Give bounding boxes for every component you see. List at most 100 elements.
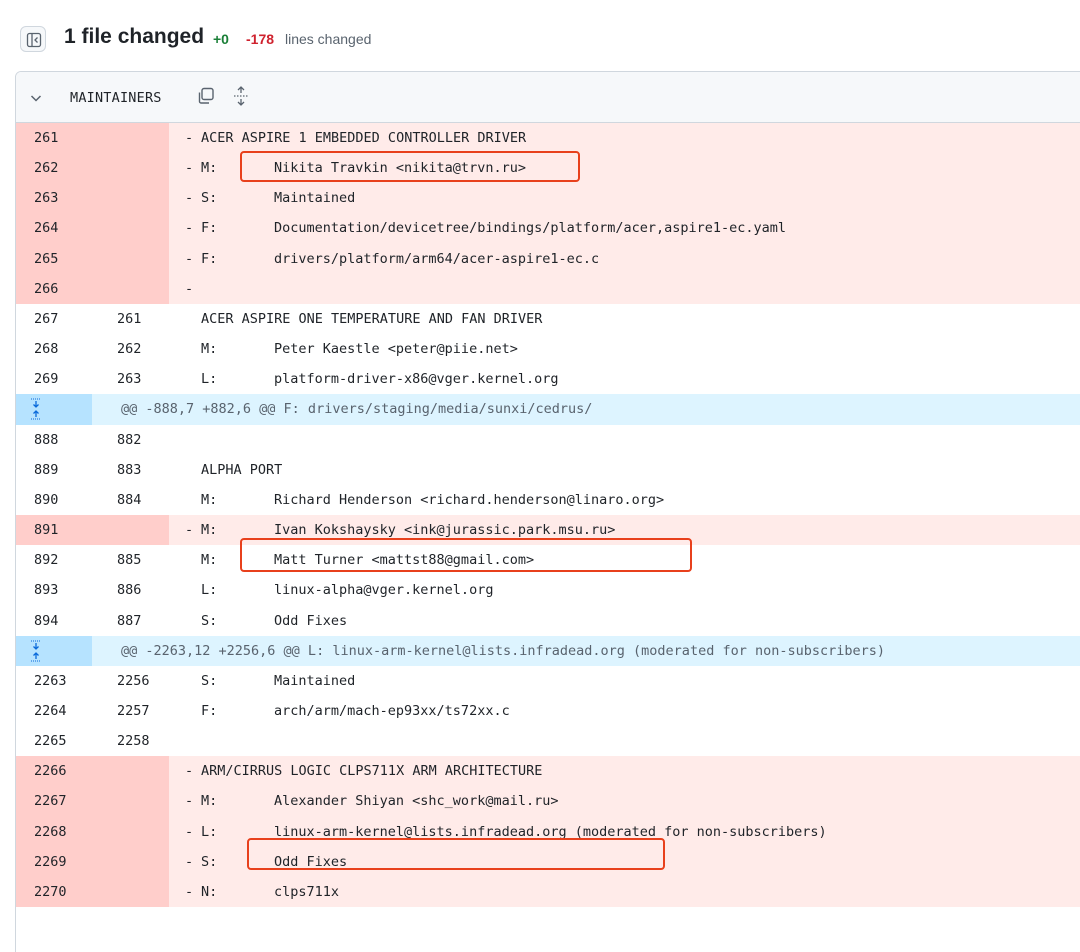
new-line-number[interactable]: 887 bbox=[92, 606, 169, 636]
old-line-number[interactable]: 265 bbox=[16, 243, 92, 274]
old-line-number[interactable]: 894 bbox=[16, 606, 92, 636]
old-line-number[interactable]: 893 bbox=[16, 575, 92, 605]
new-line-number[interactable] bbox=[92, 515, 169, 546]
new-line-number[interactable] bbox=[92, 756, 169, 787]
expand-hunk-button[interactable] bbox=[16, 394, 92, 425]
field-value: Nikita Travkin <nikita@trvn.ru> bbox=[274, 160, 526, 177]
field-value: drivers/platform/arm64/acer-aspire1-ec.c bbox=[274, 250, 600, 267]
new-line-number[interactable] bbox=[92, 816, 169, 847]
old-line-number[interactable]: 2268 bbox=[16, 816, 92, 847]
diff-sign: - bbox=[185, 883, 194, 900]
copy-icon[interactable] bbox=[196, 86, 216, 111]
new-line-number[interactable]: 885 bbox=[92, 545, 169, 575]
new-line-number[interactable] bbox=[92, 183, 169, 214]
old-line-number[interactable]: 2263 bbox=[16, 666, 92, 696]
chevron-down-icon[interactable] bbox=[28, 90, 44, 111]
old-line-number[interactable]: 268 bbox=[16, 334, 92, 364]
new-line-number[interactable] bbox=[92, 876, 169, 908]
field-value: Odd Fixes bbox=[274, 853, 348, 870]
new-line-number[interactable]: 263 bbox=[92, 364, 169, 394]
new-line-number[interactable] bbox=[92, 153, 169, 184]
new-line-number[interactable] bbox=[92, 846, 169, 877]
old-line-number[interactable]: 267 bbox=[16, 304, 92, 334]
new-line-number[interactable]: 261 bbox=[92, 304, 169, 334]
line-code: - L: linux-arm-kernel@lists.infradead.org … bbox=[169, 816, 1080, 847]
context-line-row: 268 262 M: Peter Kaestle <peter@piie.net> bbox=[16, 334, 1080, 365]
field-key: S: bbox=[201, 612, 218, 629]
line-code: S: Odd Fixes bbox=[169, 606, 1080, 636]
new-line-number[interactable] bbox=[92, 243, 169, 274]
diff-summary-header: 1 file changed +0 -178 lines changed bbox=[0, 0, 1080, 74]
unfold-icon bbox=[31, 398, 41, 420]
old-line-number[interactable]: 261 bbox=[16, 123, 92, 154]
field-value: Documentation/devicetree/bindings/platfo… bbox=[274, 220, 787, 237]
new-line-number[interactable]: 2257 bbox=[92, 696, 169, 726]
line-code: - ACER ASPIRE 1 EMBEDDED CONTROLLER DRIVE… bbox=[169, 123, 1080, 154]
old-line-number[interactable]: 889 bbox=[16, 455, 92, 485]
field-value: Maintained bbox=[274, 190, 356, 207]
deleted-line-row: 261 - ACER ASPIRE 1 EMBEDDED CONTROLLER DR… bbox=[16, 123, 1080, 154]
new-line-number[interactable] bbox=[92, 273, 169, 304]
expand-all-icon[interactable] bbox=[231, 85, 251, 112]
old-line-number[interactable]: 262 bbox=[16, 153, 92, 184]
old-line-number[interactable]: 890 bbox=[16, 485, 92, 515]
old-line-number[interactable]: 2269 bbox=[16, 846, 92, 877]
new-line-number[interactable]: 262 bbox=[92, 334, 169, 364]
file-tree-toggle-button[interactable] bbox=[20, 26, 46, 52]
old-line-number[interactable]: 892 bbox=[16, 545, 92, 575]
line-code: - M: Ivan Kokshaysky <ink@jurassic.park.ms… bbox=[169, 515, 1080, 546]
diff-sign: - bbox=[185, 220, 194, 237]
field-key: L: bbox=[201, 823, 218, 840]
expand-hunk-button[interactable] bbox=[16, 635, 92, 666]
field-key: F: bbox=[201, 220, 218, 237]
new-line-number[interactable]: 886 bbox=[92, 575, 169, 605]
old-line-number[interactable]: 2264 bbox=[16, 696, 92, 726]
file-diff-container: MAINTAINERS 261 - ACER ASPIRE 1 EMBEDDED C… bbox=[15, 71, 1080, 952]
field-value: platform-driver-x86@vger.kernel.org bbox=[274, 371, 559, 388]
old-line-number[interactable]: 2267 bbox=[16, 786, 92, 817]
files-changed-count: 1 file changed bbox=[64, 25, 205, 48]
lines-changed-label: lines changed bbox=[285, 31, 372, 47]
old-line-number[interactable]: 2266 bbox=[16, 756, 92, 787]
old-line-number[interactable]: 2265 bbox=[16, 726, 92, 756]
new-line-number[interactable]: 883 bbox=[92, 455, 169, 485]
hunk-header-text: @@ -2263,12 +2256,6 @@ L: linux-arm-kern… bbox=[121, 642, 886, 659]
line-code: - ARM/CIRRUS LOGIC CLPS711X ARM ARCHITECT… bbox=[169, 756, 1080, 787]
new-line-number[interactable] bbox=[92, 213, 169, 244]
line-code: - N: clps711x bbox=[169, 876, 1080, 908]
new-line-number[interactable] bbox=[92, 786, 169, 817]
old-line-number[interactable]: 266 bbox=[16, 273, 92, 304]
old-line-number[interactable]: 888 bbox=[16, 425, 92, 455]
deleted-line-row: 2267 - M: Alexander Shiyan <shc_work@mail.r… bbox=[16, 786, 1080, 817]
diff-table: 261 - ACER ASPIRE 1 EMBEDDED CONTROLLER DR… bbox=[16, 123, 1080, 908]
old-line-number[interactable]: 891 bbox=[16, 515, 92, 546]
diff-sign: - bbox=[185, 522, 194, 539]
new-line-number[interactable]: 2256 bbox=[92, 666, 169, 696]
line-code: - M: Alexander Shiyan <shc_work@mail.ru> bbox=[169, 786, 1080, 817]
field-value: linux-alpha@vger.kernel.org bbox=[274, 582, 494, 599]
line-code: - F: Documentation/devicetree/bindings/pla… bbox=[169, 213, 1080, 244]
line-code: - S: Maintained bbox=[169, 183, 1080, 214]
field-key: M: bbox=[201, 341, 218, 358]
sidebar-collapse-icon bbox=[26, 32, 42, 48]
line-code: - S: Odd Fixes bbox=[169, 846, 1080, 877]
field-value: Ivan Kokshaysky <ink@jurassic.park.msu.r… bbox=[274, 522, 616, 539]
new-line-number[interactable]: 884 bbox=[92, 485, 169, 515]
old-line-number[interactable]: 263 bbox=[16, 183, 92, 214]
deleted-line-row: 2269 - S: Odd Fixes bbox=[16, 846, 1080, 877]
old-line-number[interactable]: 2270 bbox=[16, 876, 92, 908]
diff-sign: - bbox=[185, 250, 194, 267]
field-key: M: bbox=[201, 552, 218, 569]
new-line-number[interactable]: 882 bbox=[92, 425, 169, 455]
old-line-number[interactable]: 269 bbox=[16, 364, 92, 394]
new-line-number[interactable] bbox=[92, 123, 169, 154]
hunk-header-text: @@ -888,7 +882,6 @@ F: drivers/staging/m… bbox=[121, 401, 593, 418]
diff-sign: - bbox=[185, 763, 194, 780]
field-key: S: bbox=[201, 672, 218, 689]
section-heading: ALPHA PORT bbox=[201, 461, 283, 478]
section-heading: ARM/CIRRUS LOGIC CLPS711X ARM ARCHITECTU… bbox=[201, 763, 543, 780]
new-line-number[interactable]: 2258 bbox=[92, 726, 169, 756]
file-name[interactable]: MAINTAINERS bbox=[70, 90, 162, 106]
old-line-number[interactable]: 264 bbox=[16, 213, 92, 244]
line-code: M: Matt Turner <mattst88@gmail.com> bbox=[169, 545, 1080, 575]
